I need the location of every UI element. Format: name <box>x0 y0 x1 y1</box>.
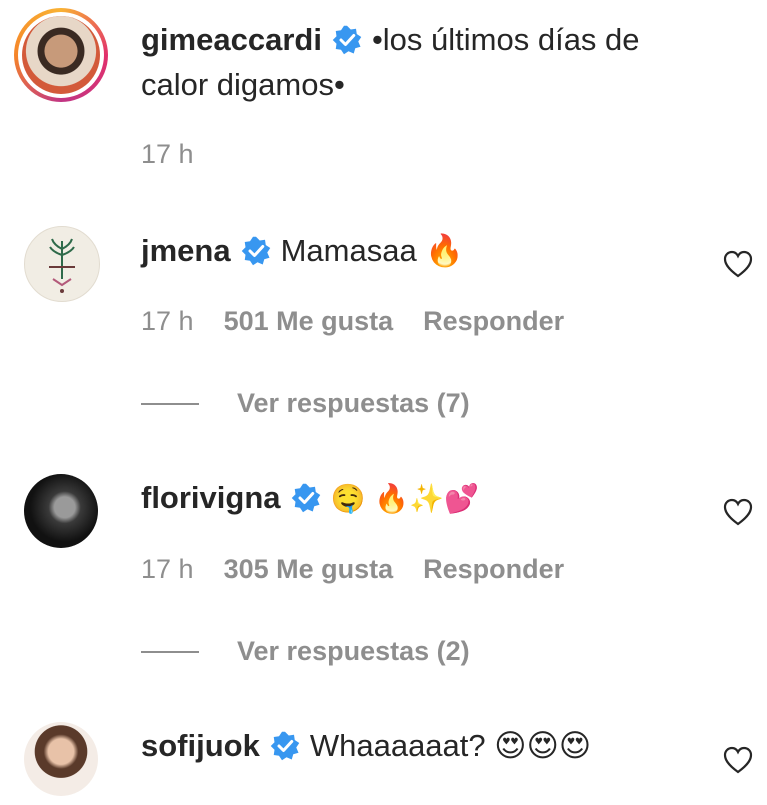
comment-text: 🤤 🔥✨💕 <box>330 481 479 515</box>
likes-count[interactable]: 501 Me gusta <box>224 306 394 337</box>
likes-count[interactable]: 305 Me gusta <box>224 554 394 585</box>
avatar-jmena[interactable] <box>24 226 100 302</box>
like-heart-icon[interactable] <box>723 498 753 526</box>
verified-badge-icon <box>291 483 320 513</box>
view-replies-label: Ver respuestas (7) <box>237 388 470 418</box>
divider-dash <box>141 402 199 405</box>
story-ring[interactable] <box>14 8 108 102</box>
plant-logo-icon <box>49 238 75 293</box>
divider-dash <box>141 650 199 653</box>
comment-text: Mamasaa 🔥 <box>280 233 464 268</box>
comment-time: 17 h <box>141 306 194 336</box>
comment-time: 17 h <box>141 554 194 584</box>
comment-username[interactable]: sofijuok <box>141 728 260 764</box>
view-replies-label: Ver respuestas (2) <box>237 636 470 666</box>
like-heart-icon[interactable] <box>723 746 753 774</box>
view-replies-button[interactable]: Ver respuestas (7) <box>141 388 470 419</box>
verified-badge-icon <box>241 236 270 265</box>
view-replies-button[interactable]: Ver respuestas (2) <box>141 636 470 667</box>
reply-button[interactable]: Responder <box>423 554 564 585</box>
verified-badge-icon <box>270 731 300 761</box>
verified-badge-icon <box>332 25 362 55</box>
comment-text: Whaaaaaat? 😍😍😍 <box>309 728 592 763</box>
avatar-sofijuok[interactable] <box>24 722 98 796</box>
like-heart-icon[interactable] <box>723 250 753 278</box>
comment-username[interactable]: jmena <box>141 233 231 269</box>
caption-text: •los últimos días de <box>371 22 640 57</box>
comment-username[interactable]: florivigna <box>141 480 281 516</box>
reply-button[interactable]: Responder <box>423 306 564 337</box>
caption-username[interactable]: gimeaccardi <box>141 22 322 58</box>
caption-time: 17 h <box>141 139 194 169</box>
caption-text-line2: calor digamos• <box>141 67 345 102</box>
avatar-gimeaccardi[interactable] <box>22 16 100 94</box>
avatar-florivigna[interactable] <box>24 474 98 548</box>
